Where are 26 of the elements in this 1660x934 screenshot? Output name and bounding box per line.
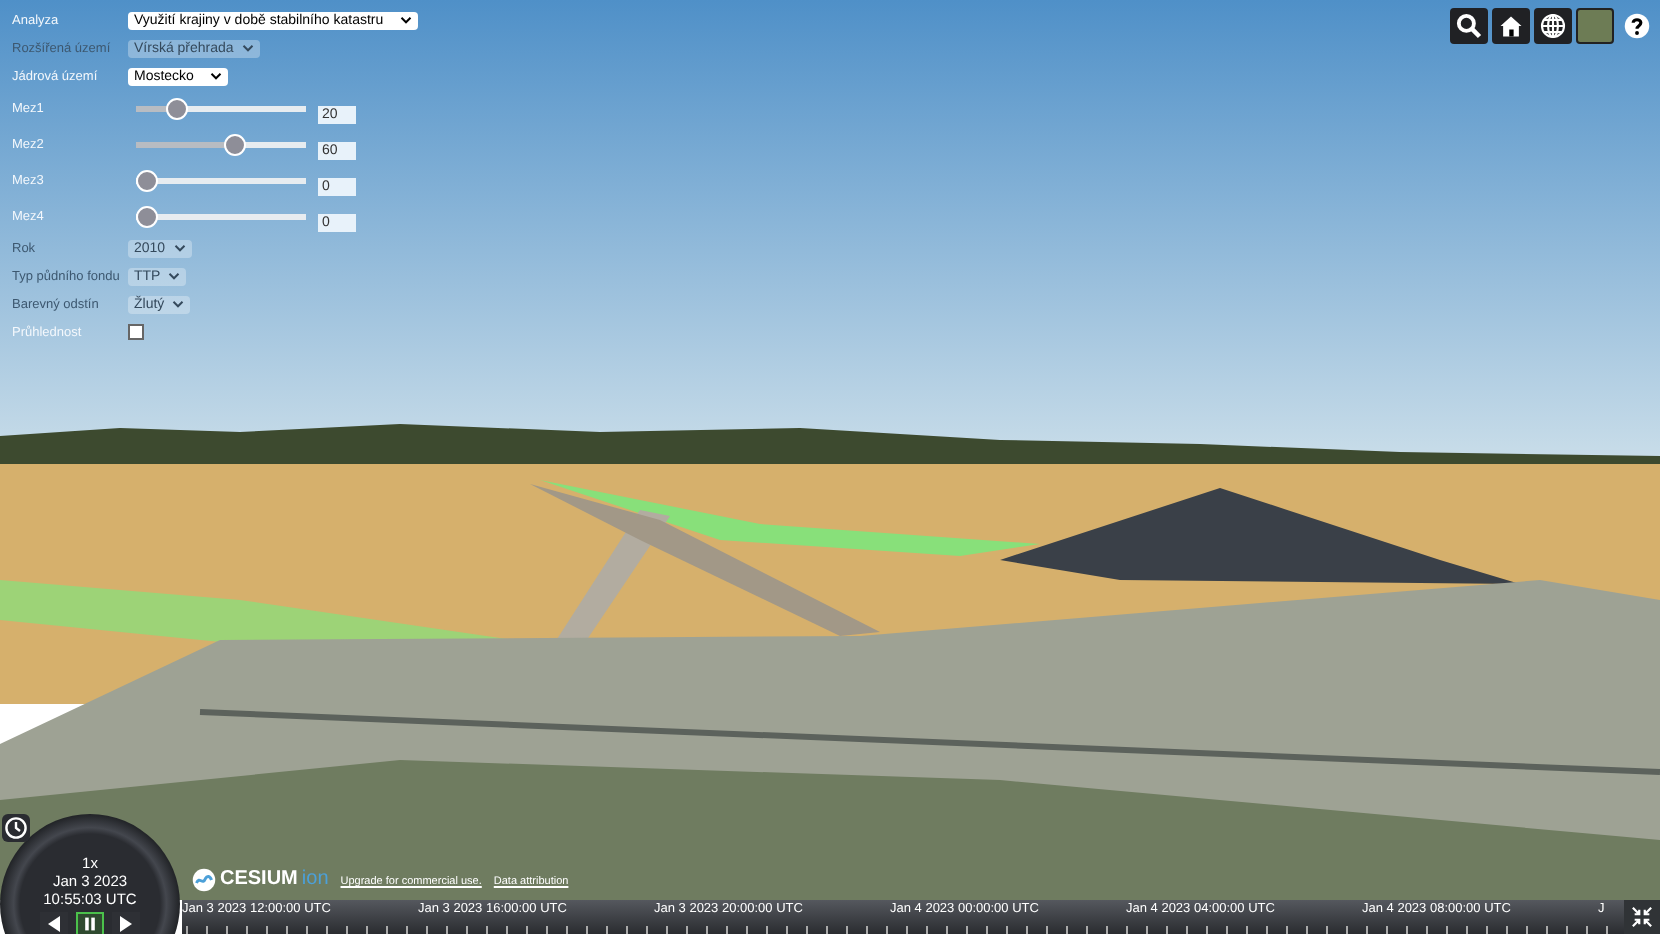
rewind-button[interactable] — [40, 912, 68, 934]
checkbox[interactable] — [128, 324, 144, 340]
clock-icon — [4, 816, 28, 840]
chevron-icon — [209, 72, 222, 80]
home-button[interactable] — [1492, 8, 1530, 44]
search-button[interactable] — [1450, 8, 1488, 44]
help-icon — [1622, 12, 1652, 40]
home-icon — [1496, 12, 1526, 40]
chevron-icon — [241, 44, 254, 52]
fullscreen-icon — [1630, 906, 1654, 928]
play-button[interactable] — [112, 912, 140, 934]
globe-icon — [1538, 12, 1568, 40]
logo-icon — [192, 868, 216, 892]
chevron-icon — [173, 244, 186, 252]
chevron-icon — [168, 272, 181, 280]
fullscreen-button[interactable] — [1624, 900, 1660, 934]
clock-button[interactable] — [2, 814, 30, 842]
chevron-icon — [399, 16, 412, 24]
imagery-picker-button[interactable] — [1576, 8, 1614, 44]
logo-suffix: ion — [301, 868, 329, 890]
pause-icon — [80, 916, 100, 932]
search-icon — [1454, 12, 1484, 40]
pause-button[interactable] — [76, 912, 104, 934]
globe-button[interactable] — [1534, 8, 1572, 44]
logo-text: CESIUM — [220, 868, 298, 890]
chevron-icon — [172, 300, 185, 308]
